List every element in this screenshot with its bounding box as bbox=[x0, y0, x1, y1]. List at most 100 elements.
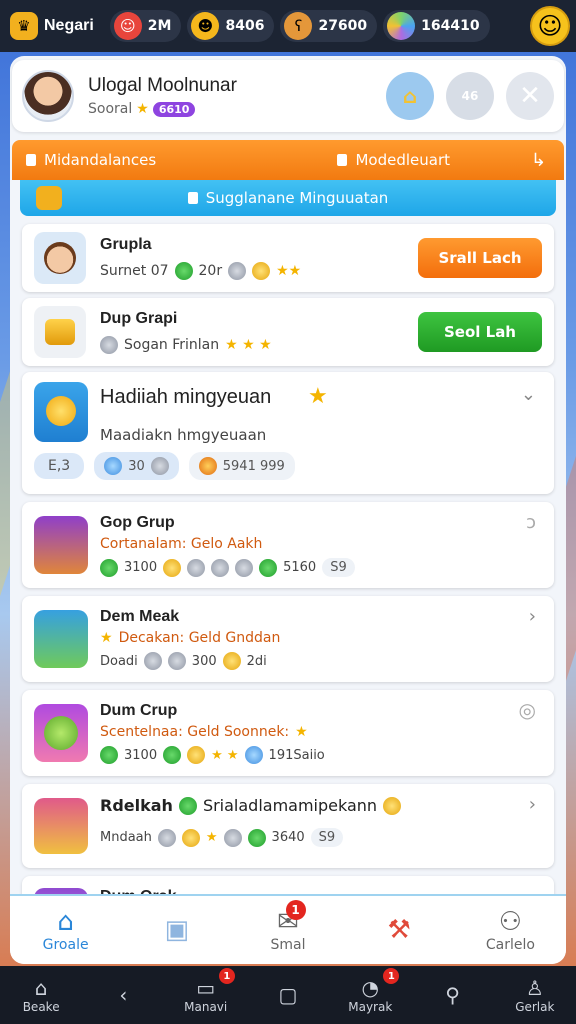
box-icon bbox=[211, 558, 230, 577]
chip-level: E,3 bbox=[34, 453, 85, 479]
home-outline-icon: ⌂ bbox=[34, 976, 48, 1000]
star-outline-icon bbox=[157, 828, 176, 847]
star-icon: ★ ★ ★ bbox=[225, 337, 272, 353]
people-icon: ⚇ bbox=[498, 907, 523, 937]
notification-badge: 1 bbox=[218, 968, 235, 984]
nav-box[interactable]: ▣ bbox=[121, 896, 232, 964]
main-panel: Ulogal Moolnunar Sooral ★ 6610 ⌂ 46 ✕ Mi… bbox=[10, 56, 566, 964]
chat-icon: ▭ bbox=[196, 976, 216, 1000]
item-title: Dem Meak bbox=[100, 608, 180, 625]
profile-name: Ulogal Moolnunar bbox=[88, 75, 237, 96]
list-item-expanded[interactable]: Hadiiah mingyeuan ★ ⌄ Maadiakn hmgyeuaan… bbox=[22, 372, 554, 494]
smile-icon bbox=[383, 796, 402, 815]
sys-home[interactable]: ⌂ Beake bbox=[0, 966, 82, 1024]
back-icon: ‹ bbox=[119, 983, 128, 1007]
avatar-icon: ☺ bbox=[113, 12, 142, 40]
coin-icon bbox=[163, 558, 182, 577]
claim-button[interactable]: Srall Lach bbox=[418, 238, 542, 278]
nav-mail[interactable]: ✉ Smal 1 bbox=[232, 896, 343, 964]
item-title: Dum Crup bbox=[100, 702, 178, 719]
star-icon: ★ bbox=[100, 630, 113, 646]
trophy-icon bbox=[34, 382, 88, 442]
crown-icon: ♛ bbox=[10, 12, 38, 40]
list-item[interactable]: Grupla Surnet 07 20r ★★ Srall Lach bbox=[22, 224, 554, 292]
shop-button[interactable]: ⌂ bbox=[386, 72, 434, 120]
nav-hammer[interactable]: ⚒ bbox=[344, 896, 455, 964]
item-title: Dup Grapi bbox=[100, 310, 178, 327]
sys-bag[interactable]: ▢ bbox=[247, 966, 329, 1024]
bottom-nav: ⌂ Groale ▣ ✉ Smal 1 ⚒ ⚇ Carlelo bbox=[10, 894, 566, 964]
sys-profile[interactable]: ♙ Gerlak bbox=[494, 966, 576, 1024]
chevron-right-icon[interactable]: › bbox=[529, 606, 536, 627]
clock-icon bbox=[150, 457, 169, 475]
target-icon[interactable]: ◎ bbox=[519, 698, 536, 722]
box-icon: ▣ bbox=[164, 915, 190, 945]
sys-chat[interactable]: ▭ Manavi 1 bbox=[165, 966, 247, 1024]
home-icon: ⌂ bbox=[57, 907, 74, 937]
tab-right[interactable]: Modedleuart bbox=[337, 151, 450, 169]
chevron-icon[interactable]: ↳ bbox=[531, 150, 546, 171]
list-item[interactable]: Dum Crup ◎ Scentelnaa: Geld Soonnek: ★ 3… bbox=[22, 690, 554, 776]
monster-icon bbox=[34, 704, 88, 762]
refresh-icon[interactable]: ↄ bbox=[526, 512, 536, 533]
avatar[interactable] bbox=[22, 70, 74, 122]
coin-icon bbox=[181, 828, 200, 847]
player-tag[interactable]: ♛ Negari bbox=[6, 10, 104, 42]
star-icon: ★ bbox=[295, 724, 308, 740]
check-icon bbox=[244, 746, 263, 764]
chevron-down-icon[interactable]: ⌄ bbox=[521, 384, 536, 405]
close-button[interactable]: ✕ bbox=[506, 72, 554, 120]
chip-count: 30 bbox=[94, 452, 179, 480]
coin-icon bbox=[222, 652, 241, 670]
bear-icon: ʕ bbox=[284, 12, 313, 40]
smile-face-icon[interactable]: ☺ bbox=[530, 6, 570, 46]
character-icon bbox=[34, 610, 88, 668]
coin-icon bbox=[198, 457, 217, 475]
close-icon: ✕ bbox=[519, 81, 541, 111]
check-coin-icon bbox=[174, 262, 193, 280]
gear-icon bbox=[187, 558, 206, 577]
check-icon bbox=[247, 828, 266, 847]
list-item[interactable]: Dup Grapi Sogan Frinlan ★ ★ ★ Seol Lah bbox=[22, 298, 554, 366]
item-title: Hadiiah mingyeuan bbox=[100, 386, 272, 408]
resource-bear[interactable]: ʕ 27600 bbox=[280, 10, 378, 42]
bag-icon: ▢ bbox=[278, 983, 298, 1007]
gear-icon bbox=[228, 262, 247, 280]
sys-search[interactable]: ⚲ bbox=[411, 966, 493, 1024]
tab-left[interactable]: Midandalances bbox=[26, 151, 156, 169]
avatar-icon bbox=[34, 232, 86, 284]
doc-icon bbox=[187, 192, 198, 204]
sys-back[interactable]: ‹ bbox=[82, 966, 164, 1024]
resource-avatar[interactable]: ☺ 2M bbox=[109, 10, 182, 42]
chevron-right-icon[interactable]: › bbox=[529, 794, 536, 815]
sys-bell[interactable]: ◔ Mayrak 1 bbox=[329, 966, 411, 1024]
star-icon: ★ bbox=[308, 384, 328, 409]
counter-button[interactable]: 46 bbox=[446, 72, 494, 120]
coin-face-icon: ☻ bbox=[191, 12, 220, 40]
coin-icon bbox=[167, 652, 186, 670]
gear-icon bbox=[223, 828, 242, 847]
resource-coin[interactable]: ☻ 8406 bbox=[187, 10, 275, 42]
claim-button[interactable]: Seol Lah bbox=[418, 312, 542, 352]
list-item[interactable]: Dem Meak › ★ Decakan: Geld Gnddan Doadi … bbox=[22, 596, 554, 682]
notification-badge: 1 bbox=[383, 968, 400, 984]
resource-gem[interactable]: 164410 bbox=[383, 10, 490, 42]
coins-stack-icon bbox=[34, 306, 86, 358]
nav-home[interactable]: ⌂ Groale bbox=[10, 896, 121, 964]
list-item[interactable]: Gop Grup ↄ Cortanalam: Gelo Aakh 3100 51… bbox=[22, 502, 554, 588]
list-item[interactable]: Rdelkah Srialadlamamipekann › Mndaah ★ 3… bbox=[22, 784, 554, 868]
chip-coins: 5941 999 bbox=[188, 452, 295, 480]
snowflake-icon bbox=[143, 652, 162, 670]
check-icon bbox=[178, 796, 197, 815]
coins-stack-icon bbox=[187, 746, 206, 764]
item-subtitle: Cortanalam: Gelo Aakh bbox=[100, 536, 263, 552]
leaf-icon bbox=[163, 746, 182, 764]
star-icon: ★★ bbox=[276, 263, 302, 279]
notification-badge: 1 bbox=[285, 900, 306, 920]
profile-header: Ulogal Moolnunar Sooral ★ 6610 ⌂ 46 ✕ bbox=[12, 60, 564, 132]
weekly-banner[interactable]: Sugglanane Minguuatan bbox=[20, 180, 556, 216]
hammer-icon: ⚒ bbox=[387, 915, 411, 945]
item-title: Gop Grup bbox=[100, 514, 175, 531]
resource-bar: ♛ Negari ☺ 2M ☻ 8406 ʕ 27600 164410 ☺ bbox=[0, 0, 576, 52]
nav-people[interactable]: ⚇ Carlelo bbox=[455, 896, 566, 964]
